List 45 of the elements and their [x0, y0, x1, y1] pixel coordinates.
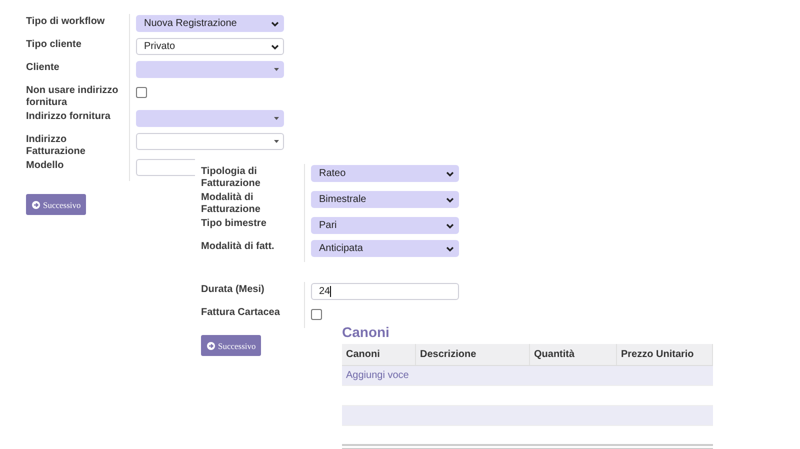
dropdown-field[interactable]	[136, 61, 284, 78]
chevron-icon	[446, 196, 454, 202]
chevron-icon	[271, 20, 279, 26]
column-header: Descrizione	[416, 344, 530, 365]
dropdown-field[interactable]	[136, 110, 284, 127]
caret-icon	[274, 68, 279, 71]
field-label: Modello	[26, 159, 65, 173]
chevron-icon	[446, 246, 454, 252]
field-label: Fattura Cartacea	[201, 306, 281, 320]
field-label: Indirizzo fornitura	[26, 110, 112, 124]
input-field[interactable]	[136, 159, 195, 176]
input-field[interactable]: 24	[311, 283, 459, 300]
field-label: Cliente	[26, 61, 60, 75]
select-field[interactable]: Nuova Registrazione	[136, 15, 284, 32]
select-field[interactable]: Privato	[136, 38, 284, 55]
select-field[interactable]: Bimestrale	[311, 191, 459, 208]
select-field[interactable]: Pari	[311, 217, 459, 234]
field-label: Modalità di fatt.	[201, 240, 276, 254]
field-label: Tipo di workflow	[26, 15, 106, 29]
field-label: Durata (Mesi)	[201, 283, 266, 297]
dropdown-field[interactable]	[136, 133, 284, 150]
select-field[interactable]: Rateo	[311, 165, 459, 182]
field-label: Non usare indirizzo fornitura	[26, 84, 120, 109]
add-item-link[interactable]: Aggiungi voce	[342, 366, 413, 385]
next-button[interactable]: Successivo	[26, 194, 86, 215]
select-field[interactable]: Anticipata	[311, 240, 459, 257]
column-header: Canoni	[342, 344, 416, 365]
next-button[interactable]: Successivo	[201, 335, 261, 356]
field-label: Indirizzo Fatturazione	[26, 133, 86, 158]
field-label: Tipo bimestre	[201, 217, 268, 231]
field-label: Tipo cliente	[26, 38, 82, 52]
checkbox[interactable]	[311, 309, 322, 320]
caret-icon	[274, 140, 279, 143]
chevron-icon	[446, 170, 454, 176]
checkbox[interactable]	[136, 87, 147, 98]
section-title: Canoni	[342, 324, 390, 340]
field-label: Modalità di Fatturazione	[201, 191, 262, 216]
chevron-icon	[271, 44, 279, 50]
arrow-circle-icon	[32, 200, 40, 208]
column-header: Prezzo Unitario	[617, 344, 713, 365]
field-label: Tipologia di Fatturazione	[201, 165, 262, 190]
column-header: Quantità	[530, 344, 617, 365]
chevron-icon	[446, 222, 454, 228]
arrow-circle-icon	[207, 342, 215, 350]
caret-icon	[274, 117, 279, 120]
